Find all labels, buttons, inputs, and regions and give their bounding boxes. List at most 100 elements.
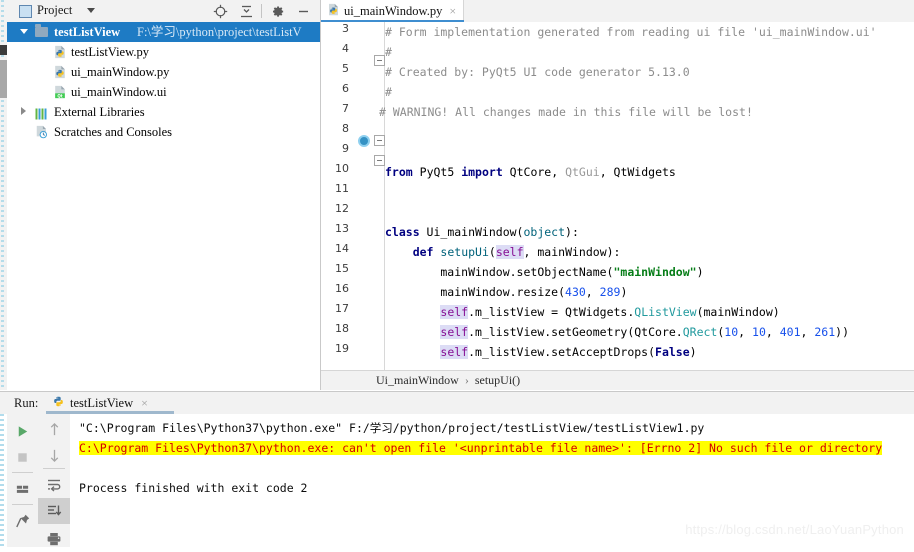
layout-icon[interactable] (7, 476, 38, 502)
code-token: 10 (752, 325, 766, 339)
run-panel-header: Run: testListView × (0, 392, 914, 414)
run-toolbar-right (38, 414, 71, 547)
tree-item-external-libraries[interactable]: External Libraries (7, 102, 320, 122)
tree-item-label: Scratches and Consoles (54, 125, 173, 139)
code-line[interactable]: from PyQt5 import QtCore, QtGui, QtWidge… (385, 162, 676, 182)
close-icon[interactable]: × (449, 5, 456, 17)
code-token: "mainWindow" (613, 265, 697, 279)
stop-icon[interactable] (7, 444, 38, 470)
code-token: QtCore, (502, 165, 566, 179)
collapse-all-icon[interactable] (233, 0, 259, 22)
tree-item-testlistview-py[interactable]: testListView.py (7, 42, 320, 62)
code-token: , (585, 285, 600, 299)
project-panel-header: Project (7, 0, 320, 23)
editor-tab-ui-mainwindow-py[interactable]: ui_mainWindow.py × (321, 0, 464, 22)
tree-item-scratches-and-consoles[interactable]: Scratches and Consoles (7, 122, 320, 142)
project-panel-toolbar (207, 0, 316, 22)
tree-item-project-root[interactable]: testListView F:\学习\python\project\testLi… (7, 22, 320, 42)
chevron-down-icon[interactable] (17, 22, 31, 42)
code-line[interactable]: # WARNING! All changes made in this file… (379, 102, 753, 122)
code-token: self (495, 245, 524, 259)
code-line[interactable]: # Form implementation generated from rea… (385, 22, 877, 42)
run-gutter-icon[interactable] (358, 135, 370, 147)
code-line[interactable]: # (385, 82, 392, 102)
watermark-text: https://blog.csdn.net/LaoYuanPython (685, 522, 904, 537)
strip-scrollbar-thumb[interactable] (0, 60, 7, 98)
project-tree[interactable]: testListView F:\学习\python\project\testLi… (7, 22, 320, 390)
code-line[interactable]: # Created by: PyQt5 UI code generator 5.… (385, 62, 690, 82)
code-token: , (800, 325, 815, 339)
toolbar-divider (12, 472, 33, 473)
scroll-to-end-icon[interactable] (38, 498, 70, 524)
code-token: def (412, 245, 434, 259)
scratches-icon (35, 125, 49, 139)
editor-tabbar: ui_mainWindow.py × (321, 0, 914, 23)
breadcrumb-class[interactable]: Ui_mainWindow (376, 373, 459, 388)
code-token: setupUi (440, 245, 489, 259)
code-line[interactable]: self.m_listView.setGeometry(QtCore.QRect… (385, 322, 849, 342)
code-token: # (385, 85, 392, 99)
code-token: .m_listView.setAcceptDrops( (468, 345, 656, 359)
python-file-icon (53, 45, 67, 59)
tree-item-label: ui_mainWindow.ui (71, 85, 167, 99)
code-token: PyQt5 (419, 165, 455, 179)
editor-area: ui_mainWindow.py × 3 4 5 6 7 8 9 10 11 12 13 14 15 16… (321, 0, 914, 390)
code-token: ) (689, 345, 697, 359)
fold-marker-method[interactable] (374, 155, 385, 166)
scroll-up-icon[interactable] (38, 416, 70, 442)
fold-marker-comment[interactable] (374, 55, 385, 66)
tree-item-label: External Libraries (54, 105, 145, 119)
code-token: Ui_mainWindow( (419, 225, 524, 239)
code-line[interactable]: mainWindow.resize(430, 289) (385, 282, 627, 302)
locate-target-icon[interactable] (207, 0, 233, 22)
code-line[interactable]: self.m_listView.setAcceptDrops(False) (385, 342, 697, 362)
code-token: QRect (682, 325, 718, 339)
code-editor[interactable]: 3 4 5 6 7 8 9 10 11 12 13 14 15 16 17 18 19 # Form imple… (321, 22, 914, 390)
settings-gear-icon[interactable] (264, 0, 290, 22)
python-file-icon (53, 65, 67, 79)
code-token: self (440, 305, 469, 319)
code-line[interactable]: self.m_listView = QtWidgets.QListView(ma… (385, 302, 780, 322)
print-icon[interactable] (38, 526, 70, 552)
code-token: self (440, 325, 469, 339)
breadcrumb-method[interactable]: setupUi() (475, 373, 520, 388)
scroll-down-icon[interactable] (38, 442, 70, 468)
code-token: # (385, 45, 392, 59)
code-token: , (765, 325, 780, 339)
console-line[interactable]: Process finished with exit code 2 (79, 478, 307, 498)
code-line[interactable]: def setupUi(self, mainWindow): (385, 242, 620, 262)
run-icon[interactable] (7, 418, 38, 444)
code-token: from (385, 165, 413, 179)
tree-item-label: testListView.py (71, 45, 149, 59)
code-token: mainWindow.resize( (385, 285, 566, 299)
console-line[interactable]: "C:\Program Files\Python37\python.exe" F… (79, 418, 704, 438)
tree-item-ui-mainwindow-ui[interactable]: Qt ui_mainWindow.ui (7, 82, 320, 102)
soft-wrap-icon[interactable] (38, 472, 70, 498)
fold-marker-class[interactable] (374, 135, 385, 146)
svg-text:Qt: Qt (57, 93, 62, 98)
minimize-icon[interactable] (290, 0, 316, 22)
code-line[interactable]: mainWindow.setObjectName("mainWindow") (385, 262, 703, 282)
close-icon[interactable]: × (141, 397, 148, 409)
strip-marker (0, 45, 7, 55)
chevron-down-icon[interactable] (87, 8, 95, 13)
breadcrumb[interactable]: Ui_mainWindow › setupUi() (321, 370, 914, 390)
pin-icon[interactable] (7, 508, 38, 534)
code-token: 261 (814, 325, 836, 339)
code-token: (mainWindow) (696, 305, 780, 319)
code-token: class (385, 225, 420, 239)
folder-icon (35, 24, 48, 37)
code-token: import (461, 165, 503, 179)
tree-item-label: testListView (54, 25, 121, 39)
tree-item-ui-mainwindow-py[interactable]: ui_mainWindow.py (7, 62, 320, 82)
code-line[interactable]: class Ui_mainWindow(object): (385, 222, 579, 242)
code-token: .m_listView.setGeometry(QtCore. (468, 325, 683, 339)
breadcrumb-separator: › (464, 373, 469, 387)
code-token: QListView (634, 305, 697, 319)
code-line[interactable]: # (385, 42, 392, 62)
ide-window: Project testListView F:\学习\python\projec… (0, 0, 914, 547)
console-line[interactable]: C:\Program Files\Python37\python.exe: ca… (79, 438, 883, 458)
editor-tab-label: ui_mainWindow.py (344, 3, 443, 18)
chevron-right-icon[interactable] (17, 102, 31, 122)
